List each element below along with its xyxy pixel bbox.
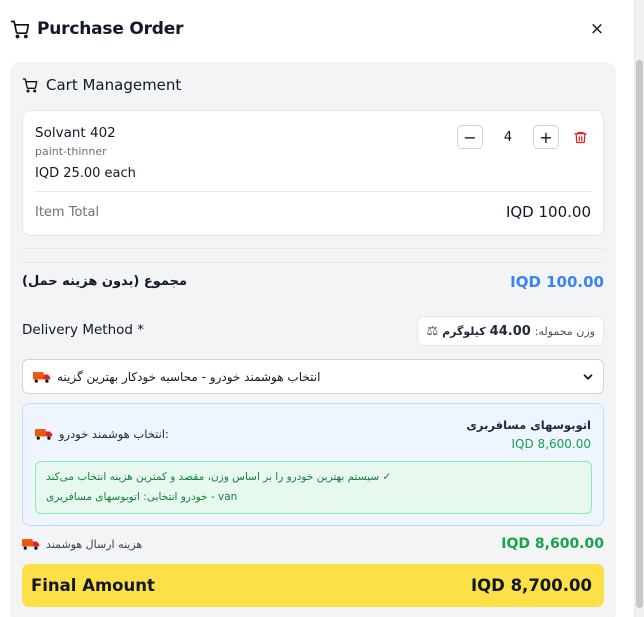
trash-icon	[573, 131, 587, 143]
final-amount-label: Final Amount	[31, 576, 155, 595]
delivery-method-select[interactable]: انتخاب هوشمند خودرو - محاسبه خودکار بهتر…	[22, 359, 604, 394]
delivery-method-label: Delivery Method *	[22, 322, 145, 338]
cart-icon	[22, 78, 38, 93]
shipping-label-text: هزینه ارسال هوشمند	[46, 537, 143, 551]
selected-vehicle-name: اتوبوسهای مسافربری	[466, 418, 591, 432]
increase-quantity-button[interactable]: +	[533, 125, 559, 149]
truck-icon	[35, 429, 53, 440]
smart-label-text: انتخاب هوشمند خودرو:	[59, 427, 169, 441]
truck-icon	[33, 371, 51, 383]
final-amount-value: IQD 8,700.00	[470, 576, 592, 595]
divider	[35, 191, 591, 192]
cart-icon	[10, 20, 30, 39]
scale-icon: ⚖	[426, 323, 439, 339]
shipping-cost-label: هزینه ارسال هوشمند	[22, 537, 142, 551]
scrollbar-thumb[interactable]	[636, 60, 643, 608]
close-icon: ×	[589, 19, 605, 39]
item-name: Solvant 402	[35, 125, 116, 141]
note-line-2: خودرو انتخابی: اتوبوسهای مسافربری - van	[46, 491, 238, 503]
item-sku: paint-thinner	[35, 145, 107, 158]
selected-option: انتخاب هوشمند خودرو - محاسبه خودکار بهتر…	[57, 369, 321, 384]
section-title: Cart Management	[46, 76, 182, 94]
note-line-1: سیستم بهترین خودرو را بر اساس وزن، مقصد …	[46, 471, 392, 483]
chevron-down-icon	[583, 374, 593, 380]
weight-value: 44.00	[489, 323, 531, 339]
divider	[22, 262, 604, 263]
quantity-stepper: − 4 +	[457, 125, 591, 149]
final-amount-bar: Final Amount IQD 8,700.00	[22, 564, 604, 607]
scrollbar[interactable]	[634, 0, 644, 617]
smart-selection-box: انتخاب هوشمند خودرو: اتوبوسهای مسافربری …	[22, 403, 604, 526]
subtotal-value: IQD 100.00	[510, 273, 604, 291]
truck-icon	[22, 539, 40, 550]
item-unit-price: IQD 25.00 each	[35, 166, 136, 181]
item-total-label: Item Total	[35, 205, 100, 220]
decrease-quantity-button[interactable]: −	[457, 125, 483, 149]
shipping-cost-value: IQD 8,600.00	[501, 536, 604, 552]
weight-unit: کیلوگرم	[442, 324, 486, 338]
divider	[22, 248, 604, 249]
smart-selection-label: انتخاب هوشمند خودرو:	[35, 427, 169, 441]
smart-selection-note: سیستم بهترین خودرو را بر اساس وزن، مقصد …	[35, 461, 592, 514]
cart-item-card: Solvant 402 paint-thinner IQD 25.00 each…	[22, 110, 604, 236]
page-title: Purchase Order	[37, 19, 184, 39]
close-button[interactable]: ×	[586, 18, 608, 40]
remove-item-button[interactable]	[569, 126, 591, 148]
modal-header: Purchase Order ×	[10, 14, 610, 44]
subtotal-label: مجموع (بدون هزینه حمل)	[22, 274, 188, 289]
cart-management-heading: Cart Management	[22, 76, 181, 94]
shipment-weight-badge: وزن محموله: 44.00 کیلوگرم ⚖	[417, 316, 604, 346]
weight-prefix: وزن محموله:	[534, 324, 595, 338]
item-total-value: IQD 100.00	[505, 203, 591, 221]
quantity-value: 4	[503, 129, 513, 145]
selected-vehicle-cost: IQD 8,600.00	[511, 437, 591, 451]
order-panel: Cart Management Solvant 402 paint-thinne…	[10, 62, 616, 617]
